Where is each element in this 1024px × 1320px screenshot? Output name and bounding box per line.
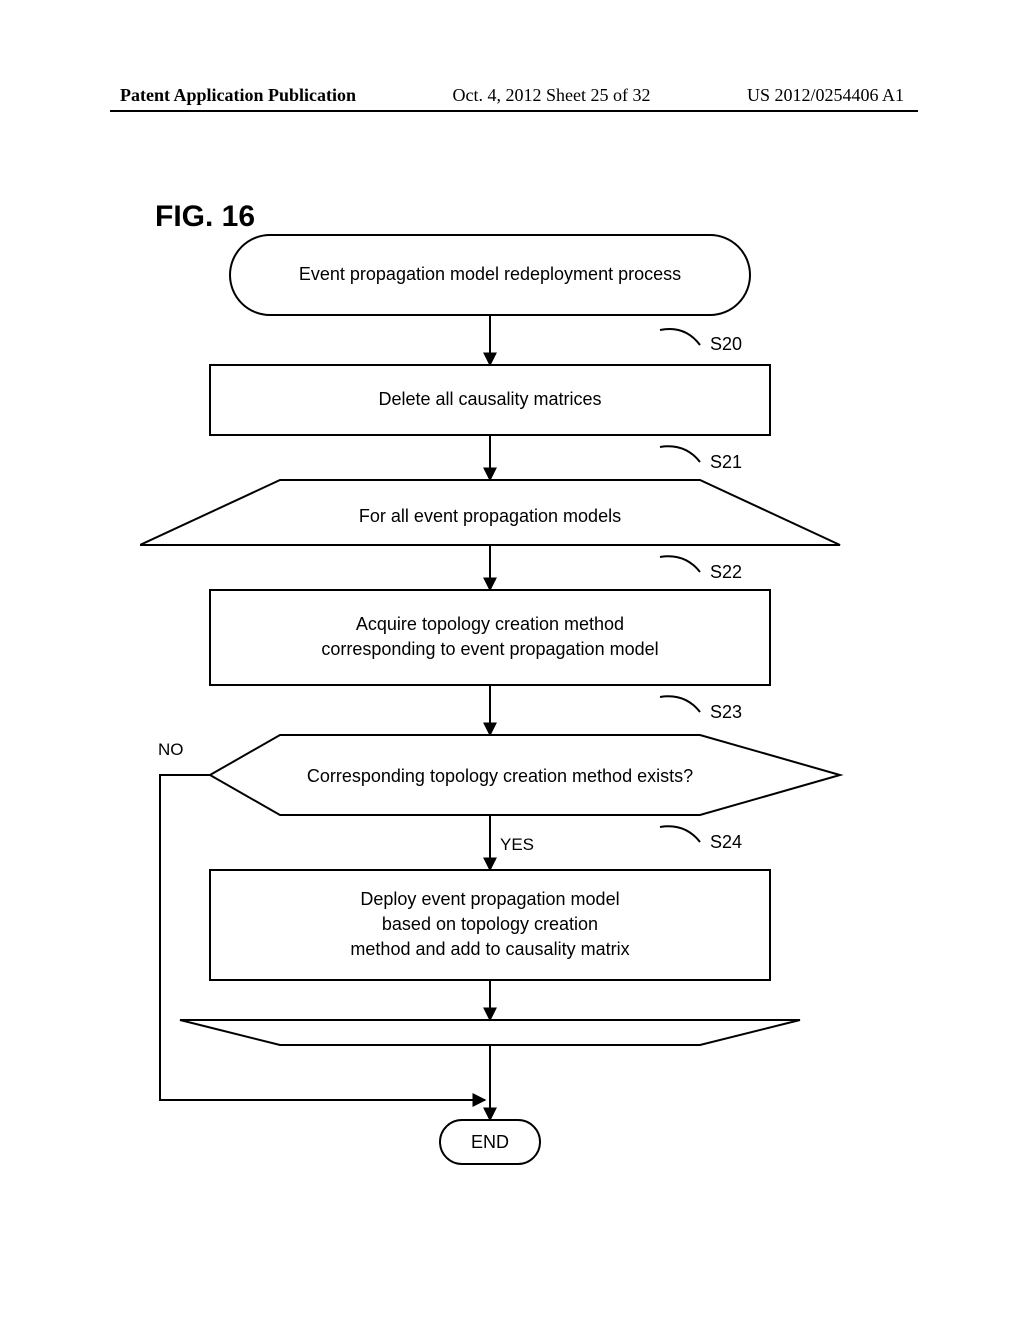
node-start-text: Event propagation model redeployment pro…: [299, 264, 681, 284]
flowchart: Event propagation model redeployment pro…: [140, 225, 900, 1185]
header-center: Oct. 4, 2012 Sheet 25 of 32: [453, 85, 651, 106]
step-label-s23: S23: [710, 702, 742, 722]
node-loopend: [180, 1020, 800, 1045]
step-label-s21: S21: [710, 452, 742, 472]
node-s20: Delete all causality matrices: [210, 365, 770, 435]
node-s23-decision: Corresponding topology creation method e…: [210, 735, 840, 815]
node-s22-text-l1: Acquire topology creation method: [356, 614, 624, 634]
callout: [660, 556, 700, 572]
page-header: Patent Application Publication Oct. 4, 2…: [0, 85, 1024, 106]
callout: [660, 826, 700, 842]
callout: [660, 329, 700, 345]
callout: [660, 696, 700, 712]
step-label-s22: S22: [710, 562, 742, 582]
node-s21-loopstart: For all event propagation models: [140, 480, 840, 545]
header-left: Patent Application Publication: [120, 85, 356, 106]
node-s21-text: For all event propagation models: [359, 506, 621, 526]
node-s24: Deploy event propagation model based on …: [210, 870, 770, 980]
node-s24-text-l1: Deploy event propagation model: [360, 889, 619, 909]
node-s20-text: Delete all causality matrices: [378, 389, 601, 409]
node-s24-text-l3: method and add to causality matrix: [350, 939, 629, 959]
branch-yes: YES: [500, 835, 534, 854]
node-start: Event propagation model redeployment pro…: [230, 235, 750, 315]
node-s22-text-l2: corresponding to event propagation model: [321, 639, 658, 659]
header-right: US 2012/0254406 A1: [747, 85, 904, 106]
step-label-s24: S24: [710, 832, 742, 852]
branch-no: NO: [158, 740, 184, 759]
node-s24-text-l2: based on topology creation: [382, 914, 598, 934]
node-end-text: END: [471, 1132, 509, 1152]
node-s22: Acquire topology creation method corresp…: [210, 590, 770, 685]
step-label-s20: S20: [710, 334, 742, 354]
node-s23-text: Corresponding topology creation method e…: [307, 766, 693, 786]
header-rule: [110, 110, 918, 112]
node-end: END: [440, 1120, 540, 1164]
callout: [660, 446, 700, 462]
